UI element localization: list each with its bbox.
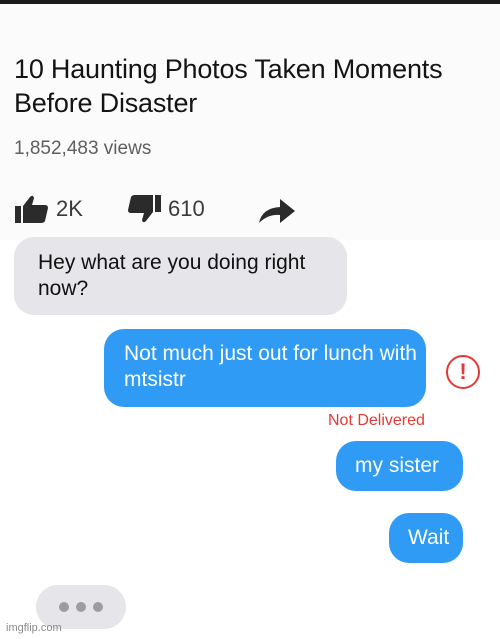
share-button[interactable] xyxy=(256,196,298,226)
typing-dot xyxy=(59,602,69,612)
message-bubble-sent: Not much just out for lunch with mtsistr xyxy=(104,329,426,407)
watermark: imgflip.com xyxy=(6,622,62,634)
dislike-count: 610 xyxy=(168,196,205,221)
like-button[interactable]: 2K xyxy=(14,194,83,224)
message-bubble-sent: my sister xyxy=(336,441,463,491)
view-count: 1,852,483 views xyxy=(14,138,152,159)
exclamation-circle-icon[interactable]: ! xyxy=(446,355,480,389)
typing-dot xyxy=(93,602,103,612)
video-title: 10 Haunting Photos Taken Moments Before … xyxy=(14,54,443,118)
like-count: 2K xyxy=(56,196,83,221)
thumbs-up-icon xyxy=(15,195,48,223)
share-arrow-icon xyxy=(259,199,295,223)
dislike-button[interactable]: 610 xyxy=(126,194,205,224)
message-bubble-received: Hey what are you doing right now? xyxy=(14,237,347,315)
delivery-status: Not Delivered xyxy=(328,412,425,429)
typing-dot xyxy=(76,602,86,612)
message-bubble-sent: Wait xyxy=(389,513,463,563)
thumbs-down-icon xyxy=(128,195,161,223)
